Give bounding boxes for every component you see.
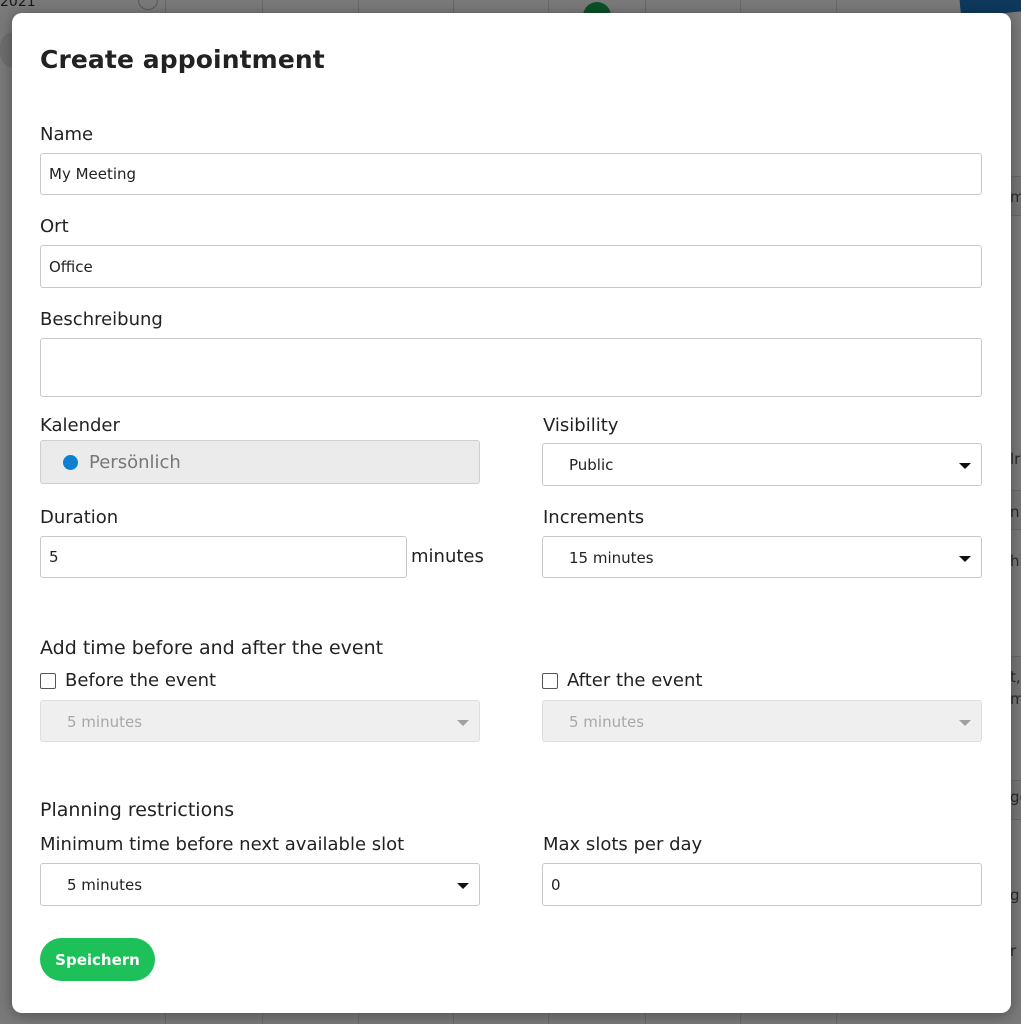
before-event-value: 5 minutes [67,713,143,731]
before-event-select: 5 minutes [40,700,480,742]
before-event-label: Before the event [65,670,217,691]
before-event-checkbox-row[interactable]: Before the event [40,670,340,692]
chevron-down-icon [959,720,971,726]
visibility-label: Visibility [543,415,619,436]
chevron-down-icon [959,463,971,469]
chevron-down-icon [457,720,469,726]
calendar-color-dot [63,455,78,470]
restrictions-section-heading: Planning restrictions [40,799,235,821]
calendar-select[interactable]: Persönlich [40,440,480,484]
increments-value: 15 minutes [569,549,654,567]
duration-input[interactable] [40,536,407,578]
chevron-down-icon [959,556,971,562]
min-time-value: 5 minutes [67,876,143,894]
increments-label: Increments [543,507,645,528]
description-label: Beschreibung [40,309,163,330]
visibility-select[interactable]: Public [542,443,982,486]
description-textarea[interactable] [40,338,982,397]
before-event-checkbox[interactable] [40,673,56,689]
after-event-checkbox-row[interactable]: After the event [542,670,842,692]
calendar-name: Persönlich [89,452,181,473]
after-event-value: 5 minutes [569,713,645,731]
after-event-select: 5 minutes [542,700,982,742]
duration-unit: minutes [411,546,484,567]
create-appointment-modal: Create appointment Name Ort Beschreibung… [12,13,1011,1013]
min-time-label: Minimum time before next available slot [40,834,405,855]
location-input[interactable] [40,245,982,288]
save-button[interactable]: Speichern [40,938,155,981]
buffer-section-heading: Add time before and after the event [40,637,384,659]
max-slots-input[interactable] [542,863,982,906]
modal-title: Create appointment [40,45,325,74]
location-label: Ort [40,216,69,237]
duration-label: Duration [40,507,119,528]
calendar-label: Kalender [40,415,120,436]
after-event-checkbox[interactable] [542,673,558,689]
after-event-label: After the event [567,670,703,691]
min-time-select[interactable]: 5 minutes [40,863,480,906]
visibility-value: Public [569,456,614,474]
increments-select[interactable]: 15 minutes [542,536,982,578]
chevron-down-icon [457,883,469,889]
max-slots-label: Max slots per day [543,834,703,855]
name-label: Name [40,124,94,145]
name-input[interactable] [40,153,982,195]
